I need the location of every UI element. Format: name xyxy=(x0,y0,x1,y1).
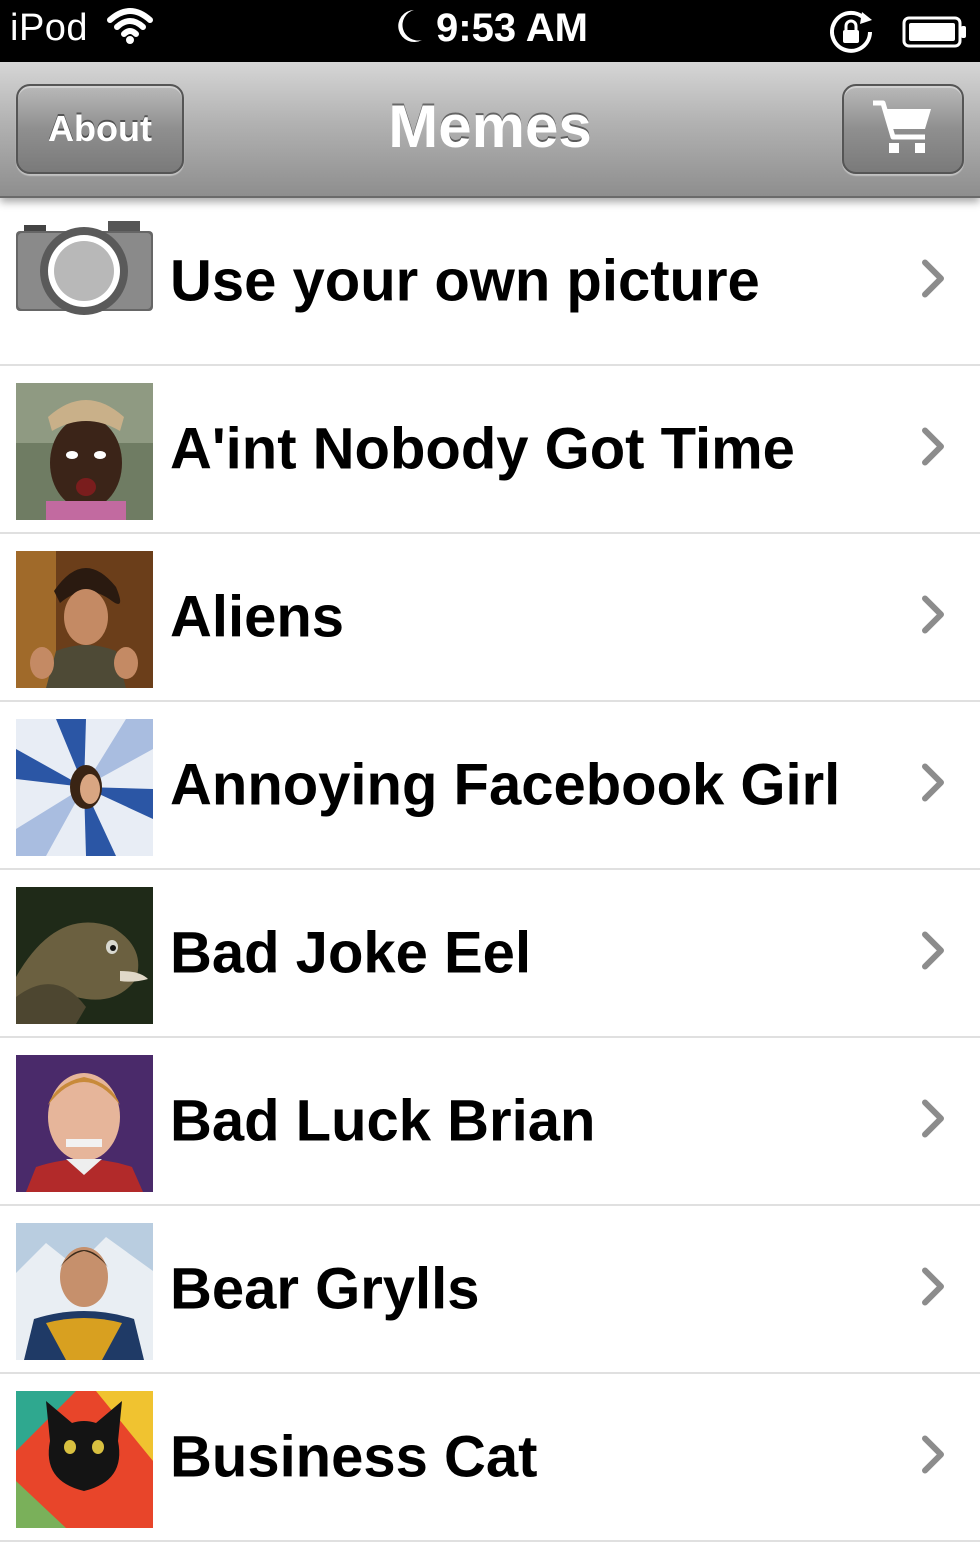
list-item-bad-joke-eel[interactable]: Bad Joke Eel xyxy=(0,870,980,1038)
meme-list: Use your own picture A'int Nobody Got Ti… xyxy=(0,198,980,1542)
chevron-right-icon xyxy=(920,763,946,808)
chevron-right-icon xyxy=(920,259,946,304)
row-label: Use your own picture xyxy=(170,248,760,314)
meme-thumbnail xyxy=(16,551,153,688)
page-title: Memes xyxy=(388,93,592,160)
meme-thumbnail xyxy=(16,719,153,856)
battery-icon xyxy=(902,15,968,54)
moon-icon xyxy=(392,6,426,51)
chevron-right-icon xyxy=(920,427,946,472)
clock: 9:53 AM xyxy=(436,6,588,50)
navigation-bar: About Memes xyxy=(0,62,980,198)
chevron-right-icon xyxy=(920,1267,946,1312)
list-item-use-your-own-picture[interactable]: Use your own picture xyxy=(0,198,980,366)
rotation-lock-icon xyxy=(828,10,880,59)
list-item-annoying-facebook-girl[interactable]: Annoying Facebook Girl xyxy=(0,702,980,870)
list-item-aliens[interactable]: Aliens xyxy=(0,534,980,702)
meme-thumbnail xyxy=(16,1055,153,1192)
row-label: Aliens xyxy=(170,584,345,650)
camera-icon xyxy=(16,215,153,352)
row-label: Bear Grylls xyxy=(170,1256,480,1322)
chevron-right-icon xyxy=(920,595,946,640)
meme-thumbnail xyxy=(16,1391,153,1528)
row-label: Business Cat xyxy=(170,1424,538,1490)
row-label: Annoying Facebook Girl xyxy=(170,752,841,818)
list-item-business-cat[interactable]: Business Cat xyxy=(0,1374,980,1542)
meme-thumbnail xyxy=(16,383,153,520)
chevron-right-icon xyxy=(920,1099,946,1144)
row-label: A'int Nobody Got Time xyxy=(170,416,795,482)
meme-thumbnail xyxy=(16,887,153,1024)
row-label: Bad Luck Brian xyxy=(170,1088,596,1154)
list-item-aint-nobody-got-time[interactable]: A'int Nobody Got Time xyxy=(0,366,980,534)
list-item-bad-luck-brian[interactable]: Bad Luck Brian xyxy=(0,1038,980,1206)
chevron-right-icon xyxy=(920,1435,946,1480)
cart-icon xyxy=(871,97,935,162)
cart-button[interactable] xyxy=(842,84,964,174)
list-item-bear-grylls[interactable]: Bear Grylls xyxy=(0,1206,980,1374)
chevron-right-icon xyxy=(920,931,946,976)
status-right xyxy=(828,10,968,59)
row-label: Bad Joke Eel xyxy=(170,920,532,986)
meme-thumbnail xyxy=(16,1223,153,1360)
status-bar: iPod 9:53 AM xyxy=(0,0,980,62)
